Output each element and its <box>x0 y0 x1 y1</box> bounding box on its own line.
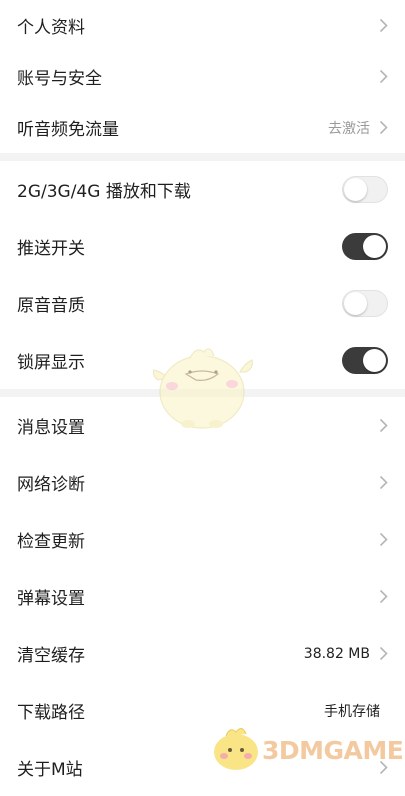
row-original-quality: 原音音质 <box>0 275 405 332</box>
chevron-right-icon <box>378 475 388 491</box>
settings-group-account: 个人资料 账号与安全 听音频免流量 去激活 <box>0 0 405 153</box>
row-network-diagnosis[interactable]: 网络诊断 <box>0 454 405 511</box>
row-label: 原音音质 <box>17 296 85 316</box>
row-label: 网络诊断 <box>17 475 85 495</box>
watermark-mascot <box>208 722 264 776</box>
row-label: 下载路径 <box>17 703 85 723</box>
chevron-right-icon <box>378 646 388 662</box>
row-label: 清空缓存 <box>17 646 85 666</box>
row-clear-cache[interactable]: 清空缓存 38.82 MB <box>0 625 405 682</box>
row-label: 账号与安全 <box>17 69 102 89</box>
chevron-right-icon <box>378 589 388 605</box>
row-profile[interactable]: 个人资料 <box>0 0 405 51</box>
toggle-knob <box>363 235 386 258</box>
mascot-illustration <box>150 342 255 436</box>
lockscreen-toggle[interactable] <box>342 347 388 374</box>
row-label: 听音频免流量 <box>17 120 119 140</box>
row-danmaku-settings[interactable]: 弹幕设置 <box>0 568 405 625</box>
chevron-right-icon <box>378 418 388 434</box>
chevron-right-icon <box>378 120 388 136</box>
toggle-knob <box>344 178 367 201</box>
row-download-path[interactable]: 下载路径 手机存储 <box>0 682 405 739</box>
row-account-security[interactable]: 账号与安全 <box>0 51 405 102</box>
toggle-knob <box>344 292 367 315</box>
cache-size: 38.82 MB <box>303 645 370 662</box>
section-divider <box>0 153 405 161</box>
push-toggle[interactable] <box>342 233 388 260</box>
row-label: 个人资料 <box>17 18 85 38</box>
chevron-right-icon <box>378 69 388 85</box>
row-free-traffic[interactable]: 听音频免流量 去激活 <box>0 102 405 153</box>
free-traffic-status: 去激活 <box>328 120 370 137</box>
row-label: 弹幕设置 <box>17 589 85 609</box>
row-check-update[interactable]: 检查更新 <box>0 511 405 568</box>
row-mobile-data-playback: 2G/3G/4G 播放和下载 <box>0 161 405 218</box>
toggle-knob <box>363 349 386 372</box>
row-label: 2G/3G/4G 播放和下载 <box>17 182 191 202</box>
watermark-text: 3DMGAME <box>262 736 404 765</box>
chevron-right-icon <box>378 18 388 34</box>
download-path-value: 手机存储 <box>324 703 380 720</box>
chevron-right-icon <box>378 532 388 548</box>
mobile-data-toggle[interactable] <box>342 176 388 203</box>
row-label: 检查更新 <box>17 532 85 552</box>
row-label: 推送开关 <box>17 239 85 259</box>
row-push-notifications: 推送开关 <box>0 218 405 275</box>
original-quality-toggle[interactable] <box>342 290 388 317</box>
